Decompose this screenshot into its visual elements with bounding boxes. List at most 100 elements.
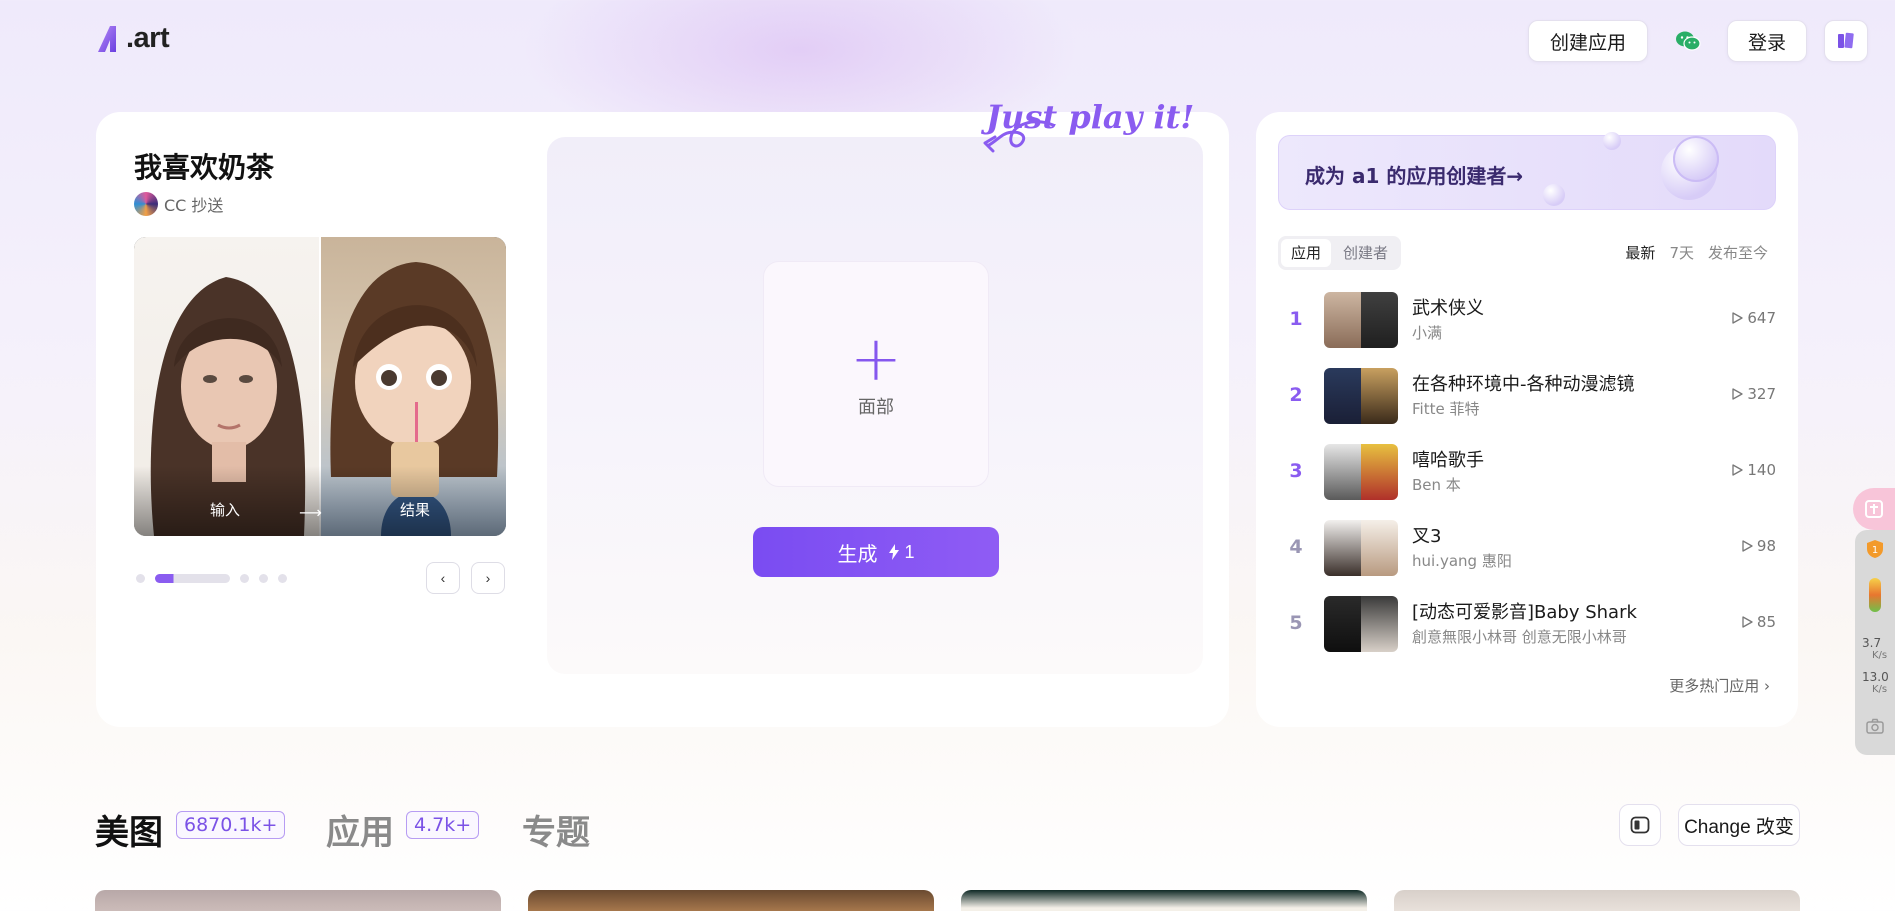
play-icon (1742, 540, 1753, 552)
creator-banner[interactable]: 成为 a1 的应用创建者→ (1278, 132, 1776, 210)
gallery-card[interactable] (528, 890, 934, 911)
gallery-count-badge: 6870.1k+ (176, 811, 286, 839)
tab-topics[interactable]: 专题 (522, 805, 590, 854)
tab-apps-feed[interactable]: 应用 (326, 805, 394, 854)
rank-number: 4 (1289, 536, 1303, 558)
play-icon (1732, 312, 1744, 324)
ranking-row[interactable]: 2 在各种环境中-各种动漫滤镜 Fitte 菲特 327 (1278, 366, 1778, 426)
rank-plays-count: 327 (1747, 385, 1776, 403)
ranking-panel: 成为 a1 的应用创建者→ 应用 创建者 最新 7天 发布至今 1 武术侠义 小… (1256, 112, 1798, 727)
rank-plays-count: 85 (1756, 613, 1776, 631)
rank-plays: 140 (1731, 461, 1776, 479)
gallery-card[interactable] (95, 890, 501, 911)
rank-author: hui.yang 惠阳 (1412, 552, 1512, 570)
input-label: 输入 (210, 501, 241, 519)
shield-icon: 1 (1867, 540, 1883, 558)
wechat-icon (1676, 31, 1701, 51)
carousel-prev-button[interactable]: ‹ (426, 562, 460, 594)
face-upload-box[interactable]: + 面部 (763, 261, 989, 487)
app-title: 我喜欢奶茶 (134, 151, 275, 184)
output-label: 结果 (400, 501, 431, 519)
upload-label: 面部 (858, 397, 894, 418)
download-speed: 13.0 (1862, 670, 1889, 684)
play-icon (1732, 388, 1744, 400)
logo[interactable]: .art (96, 22, 170, 55)
create-app-button[interactable]: 创建应用 (1528, 20, 1648, 62)
ranking-row[interactable]: 5 [动态可爱影音]Baby Shark 創意無限小林哥 创意无限小林哥 85 (1278, 594, 1778, 654)
carousel-dot[interactable] (136, 574, 145, 583)
carousel-dot[interactable] (259, 574, 268, 583)
coin-decoration (1673, 136, 1719, 182)
range-7days[interactable]: 7天 (1669, 242, 1694, 263)
rank-thumbnail (1324, 444, 1398, 500)
rank-author: Fitte 菲特 (1412, 400, 1480, 418)
tab-apps[interactable]: 应用 (1281, 239, 1332, 267)
upload-speed: 3.7 (1862, 636, 1882, 650)
range-all-time[interactable]: 发布至今 (1708, 242, 1768, 263)
generate-button[interactable]: 生成 1 (753, 527, 999, 577)
chevron-right-icon: › (485, 570, 491, 586)
rank-plays: 327 (1731, 385, 1776, 403)
usage-meter (1869, 578, 1881, 612)
logo-text: .art (126, 22, 170, 54)
tab-creators[interactable]: 创建者 (1333, 239, 1398, 267)
app-author[interactable]: CC 抄送 (134, 192, 223, 216)
svg-text:1: 1 (1872, 545, 1878, 556)
rank-plays: 85 (1741, 613, 1776, 631)
rank-plays-count: 140 (1747, 461, 1776, 479)
rank-thumbnail (1324, 520, 1398, 576)
rank-plays: 647 (1731, 309, 1776, 327)
ranking-row[interactable]: 3 嘻哈歌手 Ben 本 140 (1278, 442, 1778, 502)
coin-decoration (1603, 132, 1621, 150)
lightning-icon (889, 543, 900, 560)
change-button[interactable]: Change 改变 (1678, 804, 1800, 846)
preview-arrow-icon: ⟶ (299, 503, 322, 522)
wechat-button[interactable] (1667, 20, 1709, 62)
rank-number: 3 (1289, 460, 1303, 482)
more-apps-link[interactable]: 更多热门应用 › (1669, 675, 1770, 696)
chevron-left-icon: ‹ (440, 570, 446, 586)
carousel-dot-active[interactable] (155, 574, 230, 583)
camera-icon[interactable] (1866, 718, 1884, 734)
avatar (134, 192, 158, 216)
rank-author: 小满 (1412, 324, 1443, 342)
translate-icon (1865, 500, 1883, 518)
apps-count-badge: 4.7k+ (406, 811, 480, 839)
generate-cost: 1 (889, 542, 915, 563)
ranking-row[interactable]: 4 叉3 hui.yang 惠阳 98 (1278, 518, 1778, 578)
carousel-dot[interactable] (240, 574, 249, 583)
book-icon (1838, 32, 1854, 49)
before-after-preview[interactable]: 输入 ⟶ 结果 (134, 237, 506, 536)
gallery-card[interactable] (961, 890, 1367, 911)
login-button[interactable]: 登录 (1727, 20, 1807, 62)
rank-plays: 98 (1741, 537, 1776, 555)
ranking-row[interactable]: 1 武术侠义 小满 647 (1278, 290, 1778, 350)
layout-toggle-icon (1630, 816, 1650, 834)
layout-toggle-button[interactable] (1619, 804, 1661, 846)
rank-author: 創意無限小林哥 创意无限小林哥 (1412, 628, 1627, 646)
gallery-card[interactable] (1394, 890, 1800, 911)
carousel-next-button[interactable]: › (471, 562, 505, 594)
book-button[interactable] (1824, 20, 1868, 62)
rank-author: Ben 本 (1412, 476, 1461, 494)
rank-number: 2 (1289, 384, 1303, 406)
tab-gallery[interactable]: 美图 (95, 805, 163, 854)
coin-decoration (1543, 184, 1565, 206)
tagline: Just play it! (986, 98, 1195, 136)
rank-number: 5 (1289, 612, 1303, 634)
author-name: CC 抄送 (164, 196, 224, 215)
creator-banner-text: 成为 a1 的应用创建者→ (1305, 164, 1524, 188)
rank-title: [动态可爱影音]Baby Shark (1412, 602, 1637, 623)
translate-float-button[interactable] (1853, 488, 1895, 530)
ranking-type-tabs: 应用 创建者 (1278, 236, 1402, 270)
plus-icon: + (850, 322, 902, 395)
app-showcase-card: 我喜欢奶茶 CC 抄送 输入 ⟶ 结果 ‹ › + 面部 生成 1 (96, 112, 1229, 727)
rank-thumbnail (1324, 368, 1398, 424)
upload-zone: + 面部 生成 1 (547, 137, 1203, 674)
rank-title: 嘻哈歌手 (1412, 450, 1484, 471)
logo-mark-icon (98, 25, 116, 52)
play-icon (1742, 616, 1753, 628)
range-latest[interactable]: 最新 (1625, 242, 1655, 263)
upload-speed-unit: K/s (1872, 650, 1888, 661)
carousel-dot[interactable] (278, 574, 287, 583)
